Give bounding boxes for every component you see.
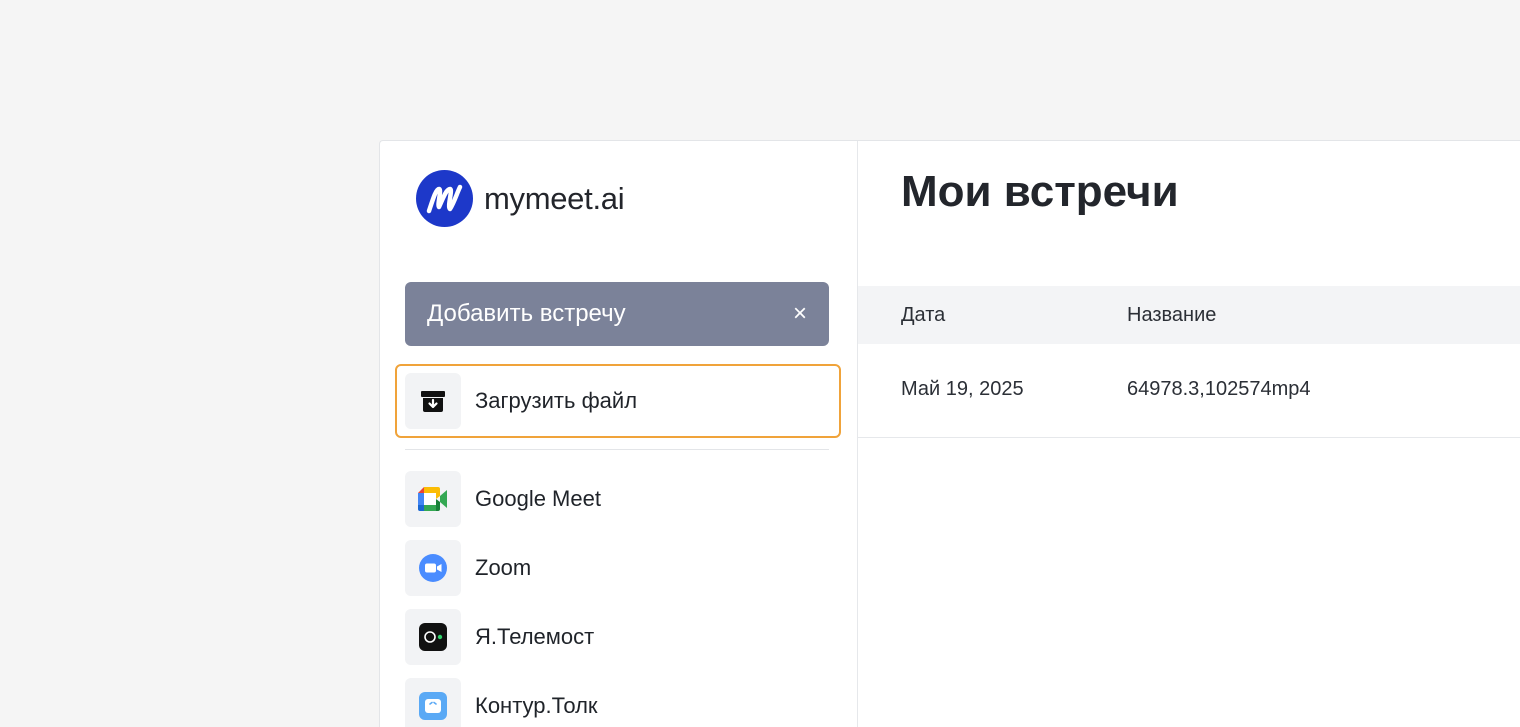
column-header-name[interactable]: Название <box>1127 304 1216 327</box>
cell-name: 64978.3,102574mp4 <box>1127 378 1311 400</box>
app-window: mymeet.ai Добавить встречу × Загрузить ф… <box>379 140 1520 727</box>
table-header: Дата Название <box>858 286 1520 344</box>
mymeet-logo-icon <box>416 170 473 227</box>
integration-label: Контур.Толк <box>475 693 598 718</box>
add-meeting-label: Добавить встречу <box>427 300 626 327</box>
close-icon[interactable]: × <box>793 302 807 326</box>
divider <box>405 449 829 450</box>
table-row[interactable]: Май 19, 2025 64978.3,102574mp4 <box>858 344 1520 438</box>
integration-google-meet[interactable]: Google Meet <box>405 471 829 527</box>
kontur-tolk-icon <box>405 678 461 727</box>
archive-download-icon <box>405 373 461 429</box>
telemost-icon <box>405 609 461 665</box>
page-title: Мои встречи <box>901 167 1179 216</box>
integration-label: Google Meet <box>475 486 601 511</box>
integration-label: Zoom <box>475 555 532 580</box>
brand-name: mymeet.ai <box>484 180 625 216</box>
integration-zoom[interactable]: Zoom <box>405 540 829 596</box>
google-meet-icon <box>405 471 461 527</box>
integration-telemost[interactable]: Я.Телемост <box>405 609 829 665</box>
brand-logo[interactable]: mymeet.ai <box>416 170 625 227</box>
integration-label: Я.Телемост <box>475 624 595 649</box>
upload-file-item[interactable]: Загрузить файл <box>395 364 841 438</box>
zoom-icon <box>405 540 461 596</box>
main-content: Мои встречи Дата Название Май 19, 2025 6… <box>858 141 1520 727</box>
upload-file-label: Загрузить файл <box>475 388 638 413</box>
add-meeting-button[interactable]: Добавить встречу × <box>405 282 829 346</box>
sidebar: mymeet.ai Добавить встречу × Загрузить ф… <box>380 141 858 727</box>
integration-kontur-tolk[interactable]: Контур.Толк <box>405 678 829 727</box>
cell-date: Май 19, 2025 <box>901 378 1024 400</box>
column-header-date[interactable]: Дата <box>901 304 945 327</box>
